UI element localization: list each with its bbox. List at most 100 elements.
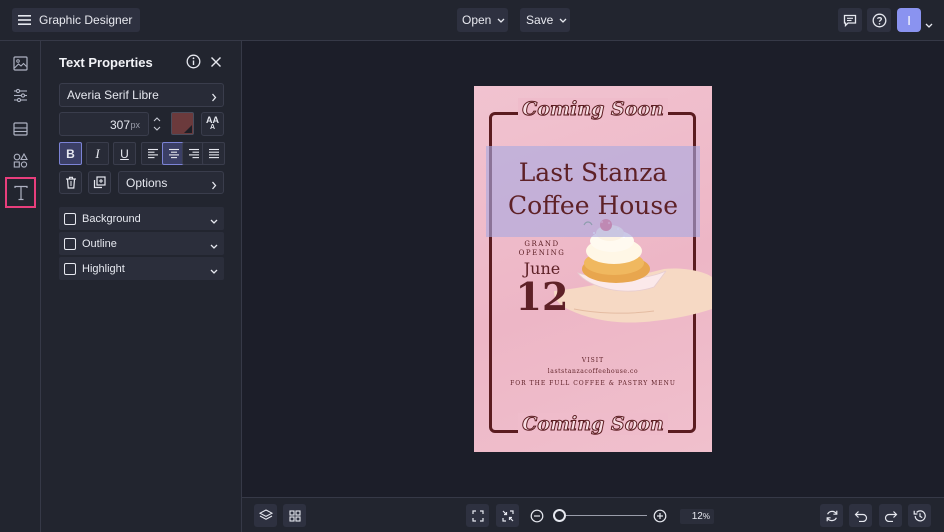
coming-soon-bottom-text[interactable]: Coming Soon [474,413,712,436]
text-color-swatch[interactable] [171,112,194,135]
opening-line: OPENING [518,249,566,257]
avatar[interactable]: I [897,8,921,32]
headline-text[interactable]: Last Stanza Coffee House [474,156,712,222]
section-background[interactable]: Background [59,207,224,230]
rail-item-adjustments[interactable] [5,80,36,111]
comments-button[interactable] [838,8,862,32]
options-button[interactable]: Options [118,171,224,194]
section-highlight[interactable]: Highlight [59,257,224,280]
duplicate-icon [93,176,106,189]
history-button[interactable] [908,504,931,527]
tool-rail [0,41,41,532]
undo-button[interactable] [849,504,872,527]
chevron-down-icon [210,215,218,227]
font-size-unit: px [130,120,140,130]
bold-button[interactable]: B [59,142,82,165]
hamburger-menu-icon [18,15,31,25]
align-justify-icon [208,148,219,159]
headline-line-2: Coffee House [507,191,679,220]
zoom-value: 12 [691,511,703,522]
grid-button[interactable] [283,504,306,527]
align-center-icon [168,148,179,159]
underline-button[interactable]: U [113,142,136,165]
open-button[interactable]: Open [457,8,508,32]
chevron-down-icon [210,265,218,277]
options-label: Options [126,175,168,190]
highlight-checkbox[interactable] [64,262,76,275]
refresh-button[interactable] [820,504,843,527]
grid-icon [288,509,301,522]
zoom-in-icon[interactable] [653,509,667,528]
actual-size-button[interactable] [496,504,519,527]
panel-title: Text Properties [59,55,153,70]
layers-button[interactable] [254,504,277,527]
italic-label: I [95,145,100,161]
rail-item-graphics[interactable] [5,145,36,176]
chevron-down-icon [153,126,161,131]
zoom-level-field[interactable]: 12% [680,509,714,524]
chevron-up-icon [153,117,161,122]
chevron-down-icon[interactable] [925,15,933,33]
help-button[interactable] [867,8,891,32]
grand-opening-text[interactable]: GRAND OPENING [512,240,572,258]
italic-button[interactable]: I [86,142,109,165]
chevron-down-icon [497,18,505,23]
rail-item-images[interactable] [5,48,36,79]
align-justify-button[interactable] [202,142,225,165]
rail-item-text[interactable] [5,177,36,208]
refresh-icon [826,510,837,521]
day-text[interactable]: 12 [512,274,572,319]
delete-button[interactable] [59,171,82,194]
sliders-icon [14,88,27,103]
zoom-slider-track[interactable] [559,515,647,516]
close-icon[interactable] [210,55,222,73]
underline-label: U [120,146,129,161]
duplicate-button[interactable] [88,171,111,194]
font-size-value: 307 [109,118,130,132]
website-text[interactable]: laststanzacoffeehouse.co [474,368,712,375]
layout-icon [13,121,28,136]
bold-label: B [66,146,75,161]
top-bar: Graphic Designer Open Save I [0,0,944,41]
redo-button[interactable] [879,504,902,527]
outline-checkbox[interactable] [64,237,76,250]
comment-icon [843,14,857,27]
background-checkbox[interactable] [64,212,76,225]
section-label: Outline [82,237,117,250]
menu-line-text[interactable]: FOR THE FULL COFFEE & PASTRY MENU [474,380,712,387]
font-size-stepper[interactable] [150,112,164,136]
section-label: Highlight [82,262,125,275]
coming-soon-top-text[interactable]: Coming Soon [474,98,712,121]
save-button[interactable]: Save [520,8,570,32]
rail-item-layout[interactable] [5,113,36,144]
align-left-button[interactable] [141,142,164,165]
design-canvas[interactable]: Coming Soon Last Stanza Coffee House GRA… [474,86,712,452]
font-size-input[interactable]: 307 px [59,112,149,136]
chevron-down-icon [559,18,567,23]
fit-to-screen-button[interactable] [466,504,489,527]
zoom-unit: % [702,512,710,521]
text-case-icon: AA A [206,116,219,132]
chevron-right-icon [211,179,217,193]
shapes-icon [13,153,28,168]
zoom-slider-handle[interactable] [553,509,566,522]
image-icon [13,56,28,71]
font-family-value: Averia Serif Libre [67,88,159,102]
app-menu-button[interactable]: Graphic Designer [12,8,141,32]
chevron-down-icon [210,240,218,252]
chevron-right-icon [211,91,217,105]
section-outline[interactable]: Outline [59,232,224,255]
undo-icon [854,510,867,522]
history-icon [913,509,926,521]
zoom-out-icon[interactable] [530,509,544,528]
text-case-button[interactable]: AA A [201,112,224,136]
open-label: Open [462,13,492,27]
info-icon[interactable] [186,54,201,74]
section-label: Background [82,212,141,225]
text-properties-panel: Text Properties Averia Serif Libre 307 p… [41,41,242,532]
avatar-initial: I [907,12,911,28]
collapse-icon [501,509,514,522]
app-title: Graphic Designer [39,13,133,27]
font-family-select[interactable]: Averia Serif Libre [59,83,224,107]
visit-text[interactable]: VISIT [474,357,712,364]
